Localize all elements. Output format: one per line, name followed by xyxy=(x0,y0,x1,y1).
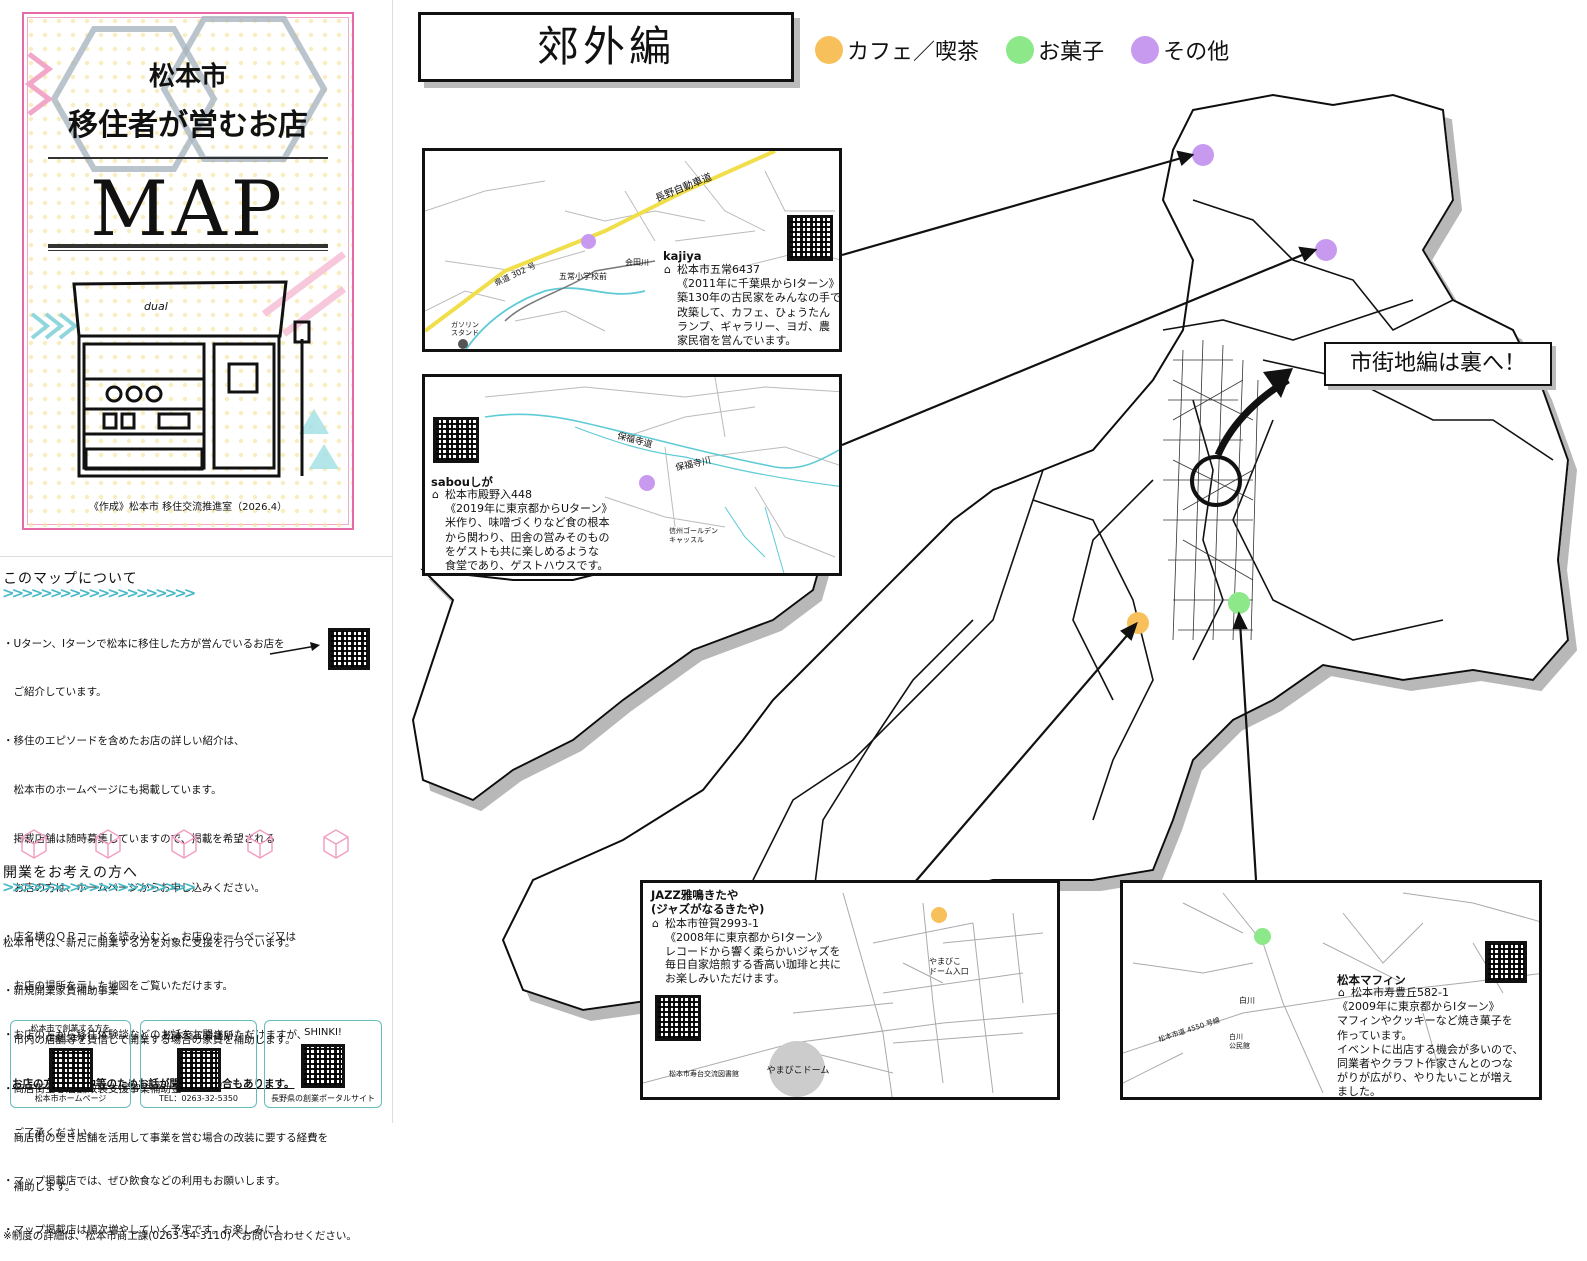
legend-dot-sweets xyxy=(1006,36,1035,64)
legend-label-other: その他 xyxy=(1163,40,1230,65)
place-label: 松本市寿台交流図書館 xyxy=(669,1070,739,1078)
cover-panel: 松本市 移住者が営むお店 MAP dual 《作成》松本市 移住交流推進室（20… xyxy=(22,12,354,530)
divider xyxy=(48,157,328,159)
support-box-title: 松本商工会議所 xyxy=(163,1031,234,1042)
qr-code-kajiya[interactable] xyxy=(787,215,833,261)
qr-code-homepage[interactable] xyxy=(328,628,370,670)
place-label: 五常小学校前 xyxy=(559,272,607,281)
place-label: 白川 xyxy=(1239,996,1255,1005)
shop-card-muffin: 松本マフィン ⌂ 松本市寿豊丘582-1 《2009年に東京都からIターン》 マ… xyxy=(1120,880,1542,1100)
map-marker-saboushiga[interactable] xyxy=(1315,239,1337,261)
cube-decoration xyxy=(21,829,349,859)
cover-title-main: 移住者が営むお店 xyxy=(68,108,308,143)
qr-code-city[interactable] xyxy=(48,1048,93,1092)
shop-description: 松本市殿野入448 《2019年に東京都からUターン》 米作り、味噌づくりなど食… xyxy=(445,488,613,573)
river-label: 会田川 xyxy=(625,258,649,267)
about-line: 松本市のホームページにも掲載しています。 xyxy=(3,784,222,797)
shop-sign: dual xyxy=(144,300,168,313)
cover-title-city: 松本市 xyxy=(148,62,227,92)
shop-card-kajiya: 長野自動車道 県道 302 号 五常小学校前 会田川 ガソリン スタンド kaj… xyxy=(422,148,842,352)
map-marker-kajiya[interactable] xyxy=(1192,144,1214,166)
divider xyxy=(48,244,328,248)
address-icon: ⌂ xyxy=(664,263,671,276)
shop-description: 松本市寿豊丘582-1 《2009年に東京都からIターン》 マフィンやクッキーな… xyxy=(1337,986,1524,1099)
business-line: 商店街の空き店舗を活用して事業を営む場合の改装に要する経費を xyxy=(3,1132,329,1145)
business-line: ※制度の詳細は、松本市商工課(0263-34-3110)へお問い合わせください。 xyxy=(3,1229,357,1242)
section-title-box: 郊外編 xyxy=(418,12,794,82)
legend-dot-other xyxy=(1131,36,1160,64)
shop-card-saboushiga: 保福寺道 保福寺川 信州ゴールデン キャッスル sabouしが ⌂ 松本市殿野入… xyxy=(422,374,842,576)
business-line: 補助します。 xyxy=(3,1181,76,1194)
place-label: 信州ゴールデン キャッスル xyxy=(669,527,718,544)
support-box-chamber[interactable]: 松本商工会議所 TEL：0263-32-5350 xyxy=(140,1020,257,1108)
shop-card-jazz: JAZZ雅鳴きたや (ジャズがなるきたや) ⌂ 松本市笹賀2993-1 《200… xyxy=(640,880,1060,1100)
address-icon: ⌂ xyxy=(432,488,439,501)
location-marker xyxy=(931,907,947,923)
qr-code-chamber[interactable] xyxy=(176,1048,221,1092)
place-label: 白川 公民館 xyxy=(1229,1033,1250,1050)
map-marker-jazz[interactable] xyxy=(1127,612,1149,634)
qr-code-muffin[interactable] xyxy=(1485,941,1527,983)
shop-name: JAZZ雅鳴きたや (ジャズがなるきたや) xyxy=(651,888,765,916)
city-note: 市街地編は裏へ！ xyxy=(1324,342,1552,386)
legend-label-sweets: お菓子 xyxy=(1038,40,1105,65)
legend: カフェ／喫茶 お菓子 その他 xyxy=(815,34,1251,66)
shop-description: 松本市五常6437 《2011年に千葉県からIターン》 築130年の古民家をみん… xyxy=(677,263,841,348)
qr-code-saboushiga[interactable] xyxy=(433,417,479,463)
qr-code-shinki[interactable] xyxy=(301,1044,345,1088)
place-label: やまびこドーム xyxy=(766,1066,830,1076)
support-box-title: 松本市で創業する方を 応援します！ xyxy=(30,1024,111,1043)
cover-credit: 《作成》松本市 移住交流推進室（2026.4） xyxy=(88,502,288,513)
support-box-caption: TEL：0263-32-5350 xyxy=(158,1094,239,1103)
shop-description: 松本市笹賀2993-1 《2008年に東京都からIターン》 レコードから響く柔ら… xyxy=(665,917,841,986)
support-box-city[interactable]: 松本市で創業する方を 応援します！ 松本市ホームページ xyxy=(10,1020,131,1108)
support-box-title: SHINKI! xyxy=(304,1027,342,1038)
arrow-icon xyxy=(269,642,320,655)
place-label: やまびこ ドーム入口 xyxy=(929,957,969,976)
about-line: ご紹介しています。 xyxy=(3,686,107,699)
place-label: ガソリン スタンド xyxy=(451,321,479,337)
location-marker xyxy=(581,234,596,249)
section-title: 郊外編 xyxy=(536,22,675,71)
business-line: 松本市では、新たに開業する方を対象に支援を行っています。 xyxy=(3,936,296,949)
location-marker xyxy=(1254,928,1271,945)
support-box-caption: 松本市ホームページ xyxy=(34,1094,107,1103)
location-marker xyxy=(639,475,655,491)
cover-map-word: MAP xyxy=(90,164,286,253)
chevron-decoration: >>>>>>>>>>>>>>>>>>>> xyxy=(2,878,196,896)
support-box-shinki[interactable]: SHINKI! 長野県の創業ポータルサイト xyxy=(264,1020,382,1108)
about-line: ・Uターン、Iターンで松本に移住した方が営んでいるお店を xyxy=(3,637,285,650)
chevron-decoration: >>>>>>>>>>>>>>>>>>>> xyxy=(2,584,196,602)
legend-label-cafe: カフェ／喫茶 xyxy=(847,40,980,65)
divider xyxy=(48,250,328,251)
divider xyxy=(0,556,392,557)
address-icon: ⌂ xyxy=(652,917,659,930)
about-line: ・移住のエピソードを含めたお店の詳しい紹介は、 xyxy=(3,735,245,748)
shop-name: kajiya xyxy=(663,249,702,263)
map-marker-muffin[interactable] xyxy=(1228,592,1250,614)
shop-illustration xyxy=(72,280,311,478)
qr-code-jazz[interactable] xyxy=(655,995,701,1041)
business-line: ・新規開業家賃補助事業 xyxy=(3,985,119,998)
legend-dot-cafe xyxy=(815,36,843,64)
support-box-caption: 長野県の創業ポータルサイト xyxy=(271,1094,375,1103)
